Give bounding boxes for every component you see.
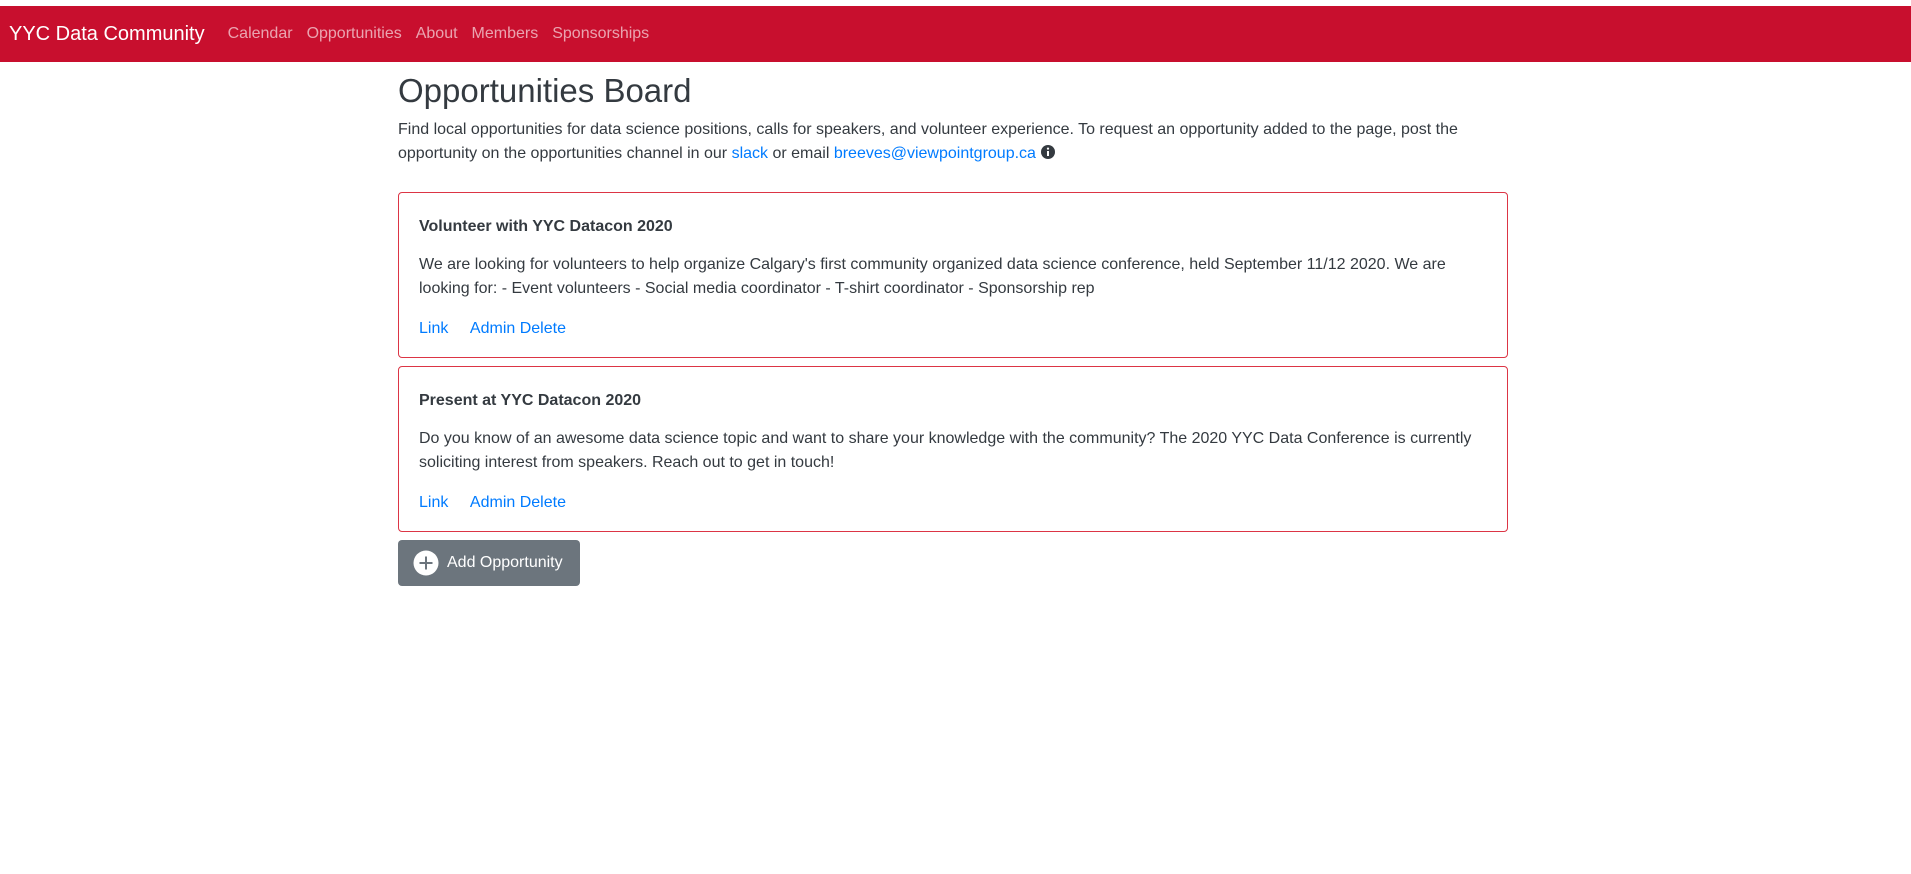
opportunity-actions: Link Admin Delete <box>419 317 1487 341</box>
add-opportunity-button[interactable]: Add Opportunity <box>398 540 580 586</box>
opportunity-title: Present at YYC Datacon 2020 <box>419 392 642 409</box>
page-title: Opportunities Board <box>398 72 692 109</box>
page-intro: Find local opportunities for data scienc… <box>398 118 1508 168</box>
opportunity-description: We are looking for volunteers to help or… <box>419 256 1446 297</box>
plus-circle-icon <box>413 550 439 576</box>
nav-link-sponsorships[interactable]: Sponsorships <box>552 25 649 43</box>
opportunity-link[interactable]: Link <box>419 494 448 511</box>
opportunity-description: Do you know of an awesome data science t… <box>419 430 1472 471</box>
nav-link-about[interactable]: About <box>416 25 458 43</box>
nav-link-opportunities[interactable]: Opportunities <box>307 25 402 43</box>
nav-link-calendar[interactable]: Calendar <box>228 25 293 43</box>
slack-link[interactable]: slack <box>732 145 768 162</box>
navbar: YYC Data Community Calendar Opportunitie… <box>0 6 1911 62</box>
add-opportunity-label: Add Opportunity <box>447 554 563 571</box>
brand-logo-link[interactable]: YYC Data Community <box>9 23 205 46</box>
opportunity-link[interactable]: Link <box>419 320 448 337</box>
info-circle-icon[interactable] <box>1040 144 1056 168</box>
admin-delete-link[interactable]: Admin Delete <box>470 320 566 337</box>
opportunity-card: Present at YYC Datacon 2020 Do you know … <box>398 366 1508 532</box>
email-link[interactable]: breeves@viewpointgroup.ca <box>834 145 1036 162</box>
admin-delete-link[interactable]: Admin Delete <box>470 494 566 511</box>
nav-link-members[interactable]: Members <box>472 25 539 43</box>
opportunity-card: Volunteer with YYC Datacon 2020 We are l… <box>398 192 1508 358</box>
intro-text-part2: or email <box>768 145 834 162</box>
main-content: Opportunities Board Find local opportuni… <box>398 70 1508 586</box>
opportunity-title: Volunteer with YYC Datacon 2020 <box>419 218 673 235</box>
opportunity-actions: Link Admin Delete <box>419 491 1487 515</box>
